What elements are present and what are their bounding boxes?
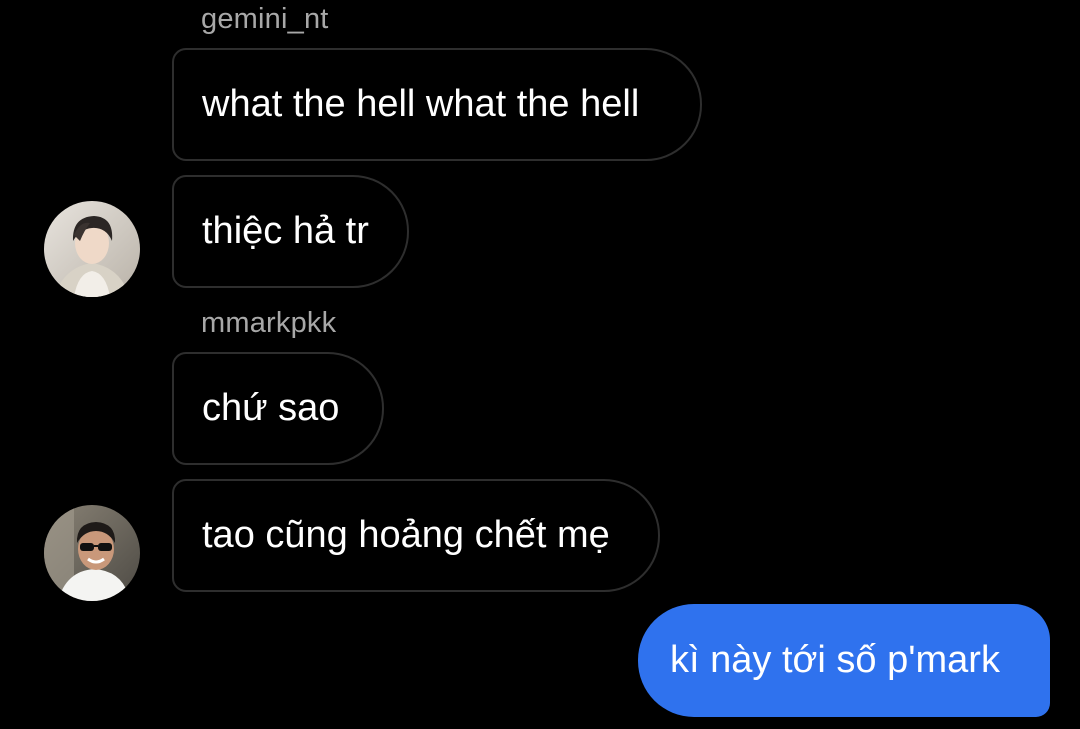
avatar-mmark[interactable] [44,505,140,601]
message-bubble-incoming[interactable]: tao cũng hoảng chết mẹ [172,479,660,592]
message-bubble-incoming[interactable]: what the hell what the hell [172,48,702,161]
message-bubble-incoming[interactable]: thiệc hả tr [172,175,409,288]
sender-name-mmark: mmarkpkk [201,307,337,339]
chat-thread: gemini_nt what the hell what the hell th… [0,0,1080,729]
avatar-photo-icon [44,505,140,601]
message-bubble-incoming[interactable]: chứ sao [172,352,384,465]
avatar-gemini[interactable] [44,201,140,297]
avatar-photo-icon [44,201,140,297]
sender-name-gemini: gemini_nt [201,3,329,35]
message-bubble-outgoing[interactable]: kì này tới số p'mark [638,604,1050,717]
